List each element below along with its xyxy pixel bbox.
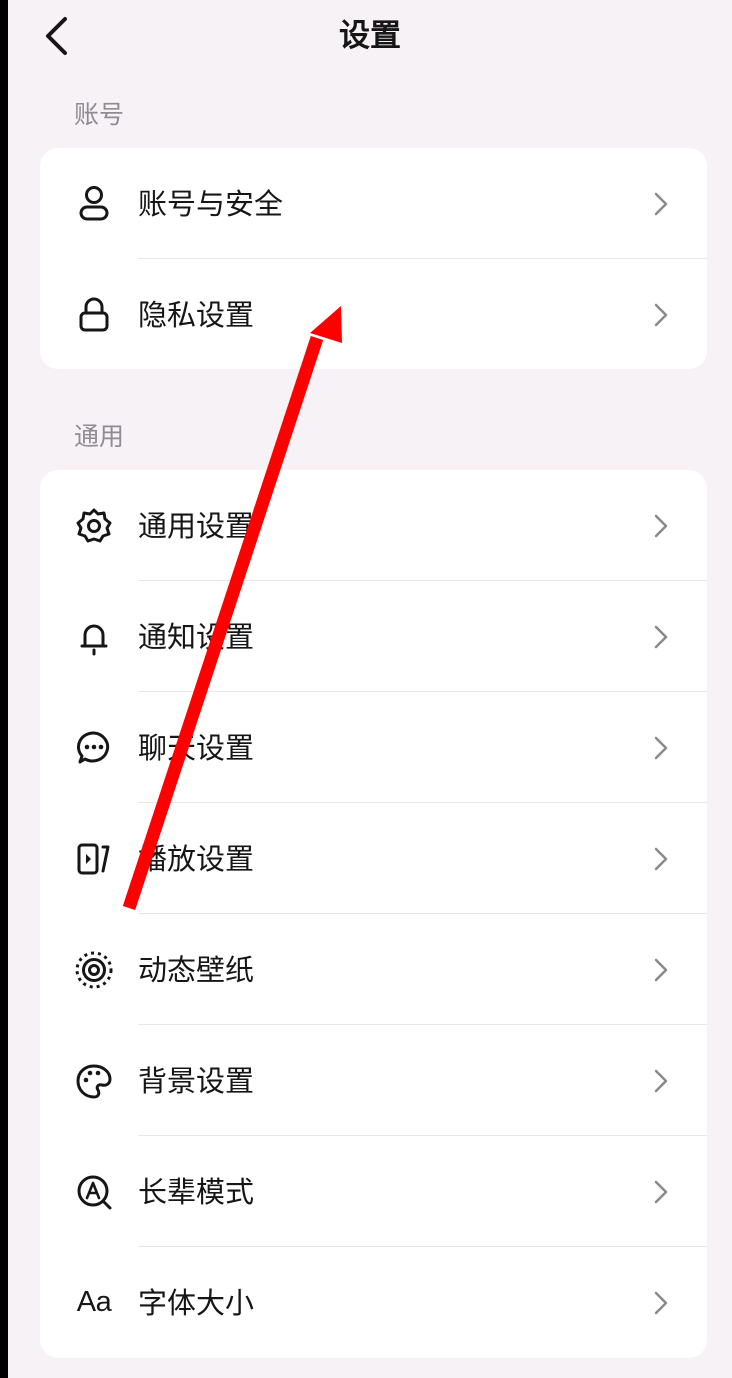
page-title: 设置	[339, 18, 401, 54]
chevron-right-icon	[651, 1177, 671, 1207]
settings-item-label: 字体大小	[138, 1285, 255, 1320]
chevron-right-icon	[651, 189, 671, 219]
lock-icon	[74, 295, 114, 335]
bell-icon	[74, 617, 114, 657]
chevron-right-icon	[651, 300, 671, 330]
settings-item-font-size[interactable]: Aa 字体大小	[40, 1247, 707, 1358]
settings-item-label: 动态壁纸	[138, 952, 255, 987]
settings-item-general[interactable]: 通用设置	[40, 470, 707, 581]
settings-item-background[interactable]: 背景设置	[40, 1025, 707, 1136]
chevron-right-icon	[651, 622, 671, 652]
settings-screen: 设置 账号 账号与安全 隐私设置 通用 通用设置 通知设置 聊天设置 播放设置 …	[8, 0, 732, 1378]
settings-item-notification[interactable]: 通知设置	[40, 581, 707, 692]
settings-item-playback[interactable]: 播放设置	[40, 803, 707, 914]
general-card: 通用设置 通知设置 聊天设置 播放设置 动态壁纸 背景设置 长辈模式 Aa 字体…	[40, 470, 707, 1358]
settings-item-elder-mode[interactable]: 长辈模式	[40, 1136, 707, 1247]
settings-item-label: 通用设置	[138, 508, 255, 543]
settings-item-label: 账号与安全	[138, 186, 284, 221]
settings-item-label: 背景设置	[138, 1063, 255, 1098]
section-label-general: 通用	[74, 422, 125, 451]
settings-item-privacy[interactable]: 隐私设置	[40, 259, 707, 369]
chat-bubble-icon	[74, 728, 114, 768]
settings-item-account-security[interactable]: 账号与安全	[40, 148, 707, 259]
settings-item-label: 隐私设置	[138, 297, 255, 332]
chevron-right-icon	[651, 1066, 671, 1096]
settings-item-chat[interactable]: 聊天设置	[40, 692, 707, 803]
settings-item-label: 长辈模式	[138, 1174, 255, 1209]
settings-item-label: 通知设置	[138, 619, 255, 654]
palette-icon	[74, 1061, 114, 1101]
user-icon	[74, 184, 114, 224]
settings-item-label: 聊天设置	[138, 730, 255, 765]
live-wallpaper-icon	[74, 950, 114, 990]
play-screen-icon	[74, 839, 114, 879]
section-label-account: 账号	[74, 100, 125, 129]
elder-mode-icon	[74, 1172, 114, 1212]
chevron-right-icon	[651, 955, 671, 985]
top-bar: 设置	[8, 0, 732, 76]
chevron-right-icon	[651, 511, 671, 541]
settings-item-live-wallpaper[interactable]: 动态壁纸	[40, 914, 707, 1025]
font-size-icon: Aa	[74, 1283, 114, 1323]
chevron-right-icon	[651, 1288, 671, 1318]
chevron-right-icon	[651, 733, 671, 763]
account-card: 账号与安全 隐私设置	[40, 148, 707, 369]
font-size-icon-text: Aa	[76, 1286, 112, 1318]
chevron-right-icon	[651, 844, 671, 874]
settings-item-label: 播放设置	[138, 841, 255, 876]
gear-icon	[74, 506, 114, 546]
